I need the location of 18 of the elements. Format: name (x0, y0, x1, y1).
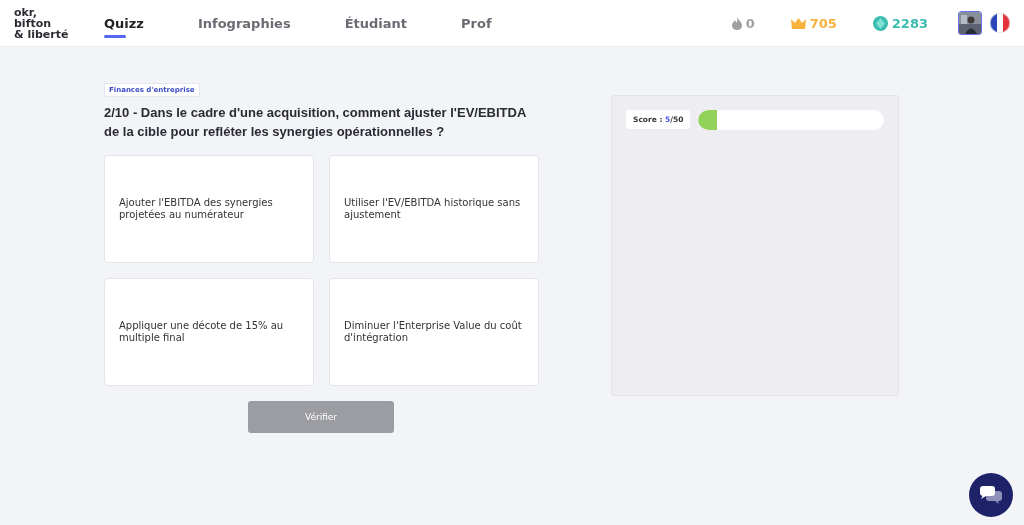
answer-option[interactable]: Utiliser l'EV/EBITDA historique sans ajustement (329, 155, 539, 263)
question-text: 2/10 - Dans le cadre d'une acquisition, comment ajuster l'EV/EBITDA de la cible pour refléter les synergies opérationnelles ? (104, 104, 527, 141)
nav-tab[interactable]: Étudiant (344, 0, 407, 46)
logo-text: & liberté (14, 28, 70, 40)
chat-button[interactable] (969, 473, 1013, 517)
stat-count: 2283 (891, 15, 928, 31)
chat-icon (979, 485, 1003, 505)
flag-icon[interactable] (990, 13, 1010, 33)
logo-text: bifton (14, 17, 52, 29)
nav-tab[interactable]: Prof (461, 0, 492, 46)
nav-tab[interactable]: Quizz (104, 0, 144, 46)
answer-option[interactable]: Appliquer une décote de 15% au multiple final (104, 278, 314, 386)
answer-option[interactable]: Diminuer l'Enterprise Value du coût d'intégration (329, 278, 539, 386)
nav-tab[interactable]: Infographies (197, 0, 291, 46)
answer-option[interactable]: Ajouter l'EBITDA des synergies projetées au numérateur (104, 155, 314, 263)
stat-count: 0 (745, 15, 755, 31)
logo-text: okr, (14, 6, 37, 18)
stat-count: 705 (809, 15, 837, 31)
